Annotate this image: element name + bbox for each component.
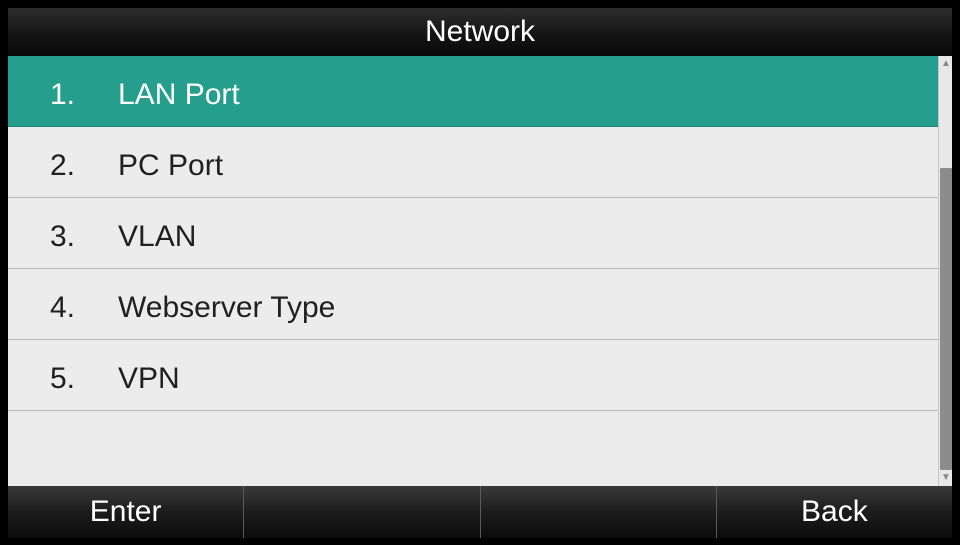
phone-screen: Network 1. LAN Port 2. PC Port 3. VLAN 4… [0,0,960,545]
scroll-down-arrow-icon[interactable]: ▼ [940,472,952,484]
menu-scrollbar[interactable]: ▲ ▼ [938,56,952,486]
menu-item-pc-port[interactable]: 2. PC Port [8,127,938,198]
network-menu-list: 1. LAN Port 2. PC Port 3. VLAN 4. Webser… [8,56,938,486]
softkey-3[interactable] [481,486,717,538]
back-softkey[interactable]: Back [717,486,952,538]
menu-item-webserver-type[interactable]: 4. Webserver Type [8,269,938,340]
scroll-track [940,72,952,470]
menu-item-lan-port[interactable]: 1. LAN Port [8,56,938,127]
menu-item-label: LAN Port [118,78,240,111]
scroll-up-arrow-icon[interactable]: ▲ [940,58,952,70]
scroll-thumb[interactable] [940,168,952,470]
enter-softkey[interactable]: Enter [8,486,245,538]
menu-item-number: 5. [50,362,76,395]
menu-item-number: 4. [50,291,76,324]
softkey-bar: Enter Back [8,486,952,538]
menu-item-vlan[interactable]: 3. VLAN [8,198,938,269]
menu-item-number: 1. [50,78,76,111]
page-title: Network [8,8,952,56]
empty-row [8,411,938,482]
softkey-2[interactable] [244,486,481,538]
menu-item-number: 2. [50,149,76,182]
menu-item-label: Webserver Type [118,291,336,324]
menu-item-label: PC Port [118,149,224,182]
menu-item-number: 3. [50,220,76,253]
menu-item-label: VLAN [118,220,197,253]
menu-item-label: VPN [118,362,180,395]
menu-item-vpn[interactable]: 5. VPN [8,340,938,411]
